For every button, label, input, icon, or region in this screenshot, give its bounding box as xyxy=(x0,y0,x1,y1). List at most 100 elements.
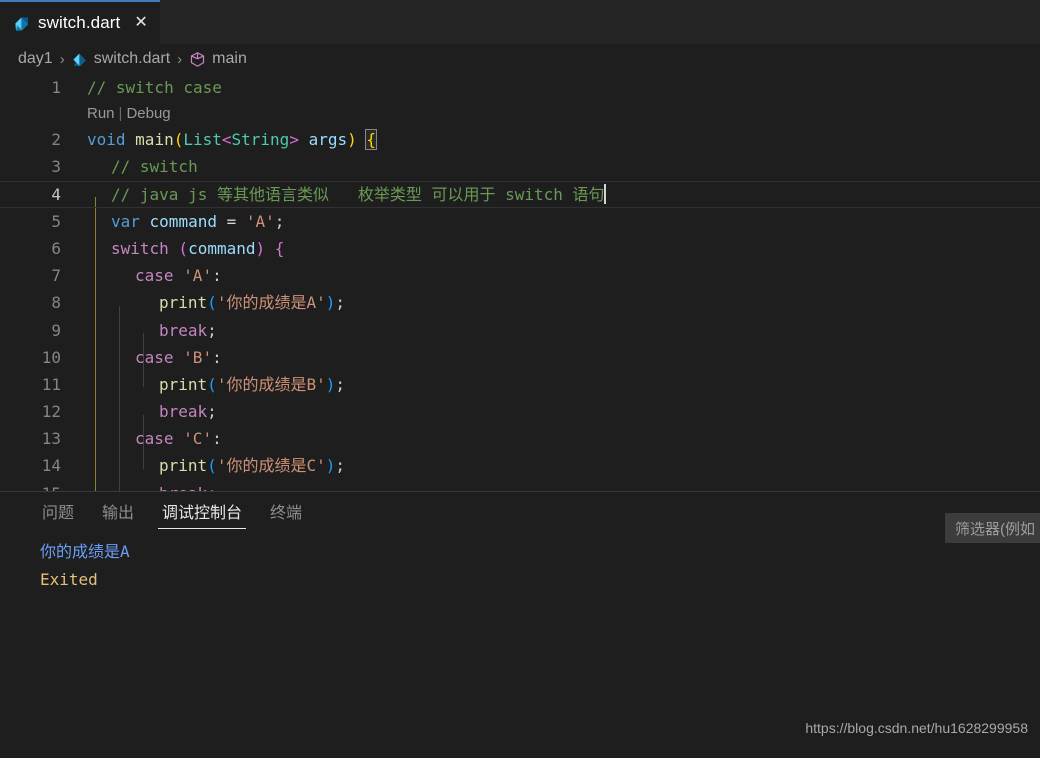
code-line-10[interactable]: 10 case 'B': xyxy=(0,344,1040,371)
panel-tab-problems[interactable]: 问题 xyxy=(28,499,88,532)
breadcrumb-separator: › xyxy=(177,50,183,68)
breadcrumb-item-symbol-main[interactable]: main xyxy=(189,50,247,68)
token-paren-open: ( xyxy=(173,130,184,150)
code-line-content: case 'C': xyxy=(74,425,1040,452)
codelens-run-link[interactable]: Run xyxy=(87,105,115,122)
line-number: 15 xyxy=(0,480,74,491)
line-number: 10 xyxy=(41,347,61,367)
code-line-11[interactable]: 11 print('你的成绩是B'); xyxy=(0,371,1040,398)
token-function-print: print xyxy=(159,293,208,313)
panel-tab-terminal[interactable]: 终端 xyxy=(256,499,316,532)
token-paren-close: ) xyxy=(325,456,336,476)
token-identifier-command: command xyxy=(139,211,227,231)
panel-tab-label: 问题 xyxy=(42,505,75,522)
code-line-content: // switch case xyxy=(74,74,1040,101)
token-semicolon: ; xyxy=(207,320,217,340)
code-line-7[interactable]: 7 case 'A': xyxy=(0,262,1040,289)
panel-tab-debug-console[interactable]: 调试控制台 xyxy=(148,499,256,532)
token-paren-close: ) xyxy=(325,374,336,394)
token-function-print: print xyxy=(159,374,208,394)
breadcrumb-item-day1[interactable]: day1 xyxy=(18,50,53,68)
token-string: 'C' xyxy=(183,429,213,449)
line-number: 3 xyxy=(51,157,61,177)
code-line-8[interactable]: 8 print('你的成绩是A'); xyxy=(0,289,1040,316)
code-line-content: print('你的成绩是B'); xyxy=(74,371,1040,398)
line-number: 11 xyxy=(41,374,61,394)
token-keyword-case: case xyxy=(135,429,174,449)
token-comment: // switch case xyxy=(87,78,222,97)
code-line-content: // switch xyxy=(74,153,1040,180)
token-keyword-switch: switch xyxy=(111,238,169,258)
breadcrumb: day1 › switch.dart › main xyxy=(0,44,1040,74)
code-line-5[interactable]: 5 var command = 'A'; xyxy=(0,208,1040,235)
code-line-1[interactable]: 1 // switch case xyxy=(0,74,1040,101)
code-line-13[interactable]: 13 case 'C': xyxy=(0,425,1040,452)
token-paren-open: ( xyxy=(207,456,217,476)
code-line-content: // java js 等其他语言类似 枚举类型 可以用于 switch 语句 xyxy=(74,181,1040,208)
token-brace-open: { xyxy=(265,238,285,258)
token-comment: // java js 等其他语言类似 枚举类型 可以用于 switch 语句 xyxy=(111,184,605,204)
token-paren-open: ( xyxy=(168,238,189,258)
token-keyword-var: var xyxy=(111,211,140,231)
line-number: 14 xyxy=(41,456,61,476)
token-paren-close: ) xyxy=(325,293,336,313)
token-semicolon: ; xyxy=(335,293,345,313)
line-number: 2 xyxy=(51,130,61,150)
code-line-content: print('你的成绩是C'); xyxy=(74,452,1040,479)
debug-console-output: 你的成绩是A Exited xyxy=(0,532,1040,594)
token-string: 'B' xyxy=(183,347,213,367)
token-param-args: args xyxy=(298,130,348,150)
text-cursor xyxy=(603,183,606,204)
token-colon: : xyxy=(212,429,222,449)
tab-bar-empty-area xyxy=(159,0,1040,44)
console-line: Exited xyxy=(40,570,98,589)
code-line-content: break; xyxy=(74,480,1040,491)
token-keyword-void: void xyxy=(87,130,126,150)
panel-tab-label: 终端 xyxy=(270,505,303,522)
token-keyword-case: case xyxy=(135,266,174,286)
code-line-content: break; xyxy=(74,317,1040,344)
code-editor[interactable]: 1 // switch case Run | Debug 2 void main(L… xyxy=(0,74,1040,491)
line-number: 1 xyxy=(51,78,61,97)
token-colon: : xyxy=(212,266,222,286)
debug-console-filter[interactable]: 筛选器(例如 xyxy=(945,513,1040,543)
token-paren-open: ( xyxy=(207,293,217,313)
code-line-4-current[interactable]: 4 // java js 等其他语言类似 枚举类型 可以用于 switch 语句 xyxy=(0,180,1040,208)
line-number: 8 xyxy=(51,293,61,313)
token-paren-close: ) xyxy=(347,130,357,150)
line-number: 4 xyxy=(51,184,61,204)
symbol-method-cube-icon xyxy=(189,51,206,68)
bottom-panel: 问题 输出 调试控制台 终端 你的成绩是A Exited https://blo… xyxy=(0,491,1040,758)
panel-tab-label: 调试控制台 xyxy=(162,505,243,522)
breadcrumb-label-symbol: main xyxy=(212,50,247,67)
editor-tab-switch-dart[interactable]: switch.dart ✕ xyxy=(0,0,160,44)
code-line-9[interactable]: 9 break; xyxy=(0,317,1040,344)
panel-tab-output[interactable]: 输出 xyxy=(88,499,148,532)
token-string: '你的成绩是C' xyxy=(216,456,326,476)
token-semicolon: ; xyxy=(207,484,217,491)
panel-tab-label: 输出 xyxy=(102,505,135,522)
code-line-15[interactable]: 15 break; xyxy=(0,480,1040,491)
code-line-12[interactable]: 12 break; xyxy=(0,398,1040,425)
code-line-2[interactable]: 2 void main(List<String> args) { xyxy=(0,126,1040,153)
breadcrumb-item-file[interactable]: switch.dart xyxy=(72,50,170,68)
line-number: 7 xyxy=(51,266,61,286)
code-line-content: var command = 'A'; xyxy=(74,208,1040,235)
breadcrumb-label-file: switch.dart xyxy=(93,50,171,67)
code-line-14[interactable]: 14 print('你的成绩是C'); xyxy=(0,452,1040,479)
token-keyword-case: case xyxy=(135,347,174,367)
vscode-window: switch.dart ✕ day1 › switch.dart › main … xyxy=(0,0,1040,758)
token-semicolon: ; xyxy=(207,402,217,422)
code-line-6[interactable]: 6 switch (command) { xyxy=(0,235,1040,262)
token-paren-close: ) xyxy=(255,238,266,258)
token-operator-assign: = xyxy=(226,211,246,231)
close-icon[interactable]: ✕ xyxy=(134,15,147,31)
filter-placeholder: 筛选器(例如 xyxy=(955,520,1035,538)
code-line-content: case 'A': xyxy=(74,262,1040,289)
code-line-content: switch (command) { xyxy=(74,235,1040,262)
codelens-debug-link[interactable]: Debug xyxy=(126,105,170,122)
code-line-3[interactable]: 3 // switch xyxy=(0,153,1040,180)
panel-tab-list: 问题 输出 调试控制台 终端 xyxy=(0,492,1040,532)
token-keyword-break: break xyxy=(159,320,208,340)
token-angle-close: > xyxy=(289,130,299,150)
